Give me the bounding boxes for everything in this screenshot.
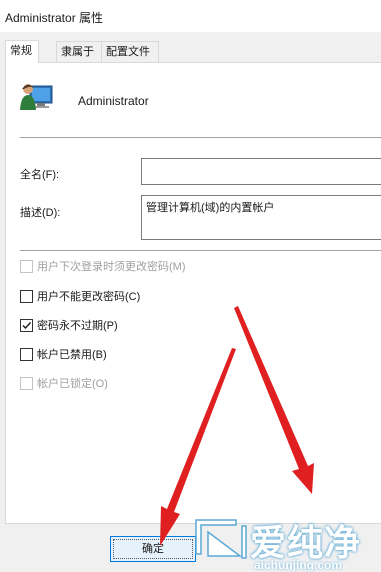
window-title: Administrator 属性: [5, 11, 104, 25]
description-input[interactable]: 管理计算机(域)的内置帐户: [141, 195, 381, 240]
checkbox-password-never-expires[interactable]: 密码永不过期(P): [20, 317, 118, 333]
checkbox-label: 用户不能更改密码(C): [37, 291, 141, 303]
checkbox-label: 帐户已禁用(B): [37, 349, 107, 361]
watermark: 爱纯净 aichunjing.com: [188, 510, 381, 572]
full-name-label: 全名(F):: [20, 169, 60, 181]
checkbox-box[interactable]: [20, 376, 33, 390]
description-label: 描述(D):: [20, 207, 61, 219]
ok-button[interactable]: 确定: [110, 536, 196, 562]
separator: [20, 137, 381, 138]
tab-member-of[interactable]: 隶属于: [56, 41, 102, 62]
checkbox-account-disabled[interactable]: 帐户已禁用(B): [20, 346, 107, 362]
focus-rect: [113, 539, 193, 559]
checkbox-box[interactable]: [20, 259, 33, 273]
watermark-url: aichunjing.com: [254, 558, 343, 572]
checkbox-box[interactable]: [20, 289, 33, 303]
checkbox-must-change-password[interactable]: 用户下次登录时须更改密码(M): [20, 258, 186, 274]
user-name: Administrator: [78, 94, 149, 108]
checkbox-label: 密码永不过期(P): [37, 320, 118, 332]
checkbox-box[interactable]: [20, 347, 33, 361]
separator: [20, 250, 381, 251]
tab-general[interactable]: 常规: [5, 40, 39, 63]
title-bar: Administrator 属性: [0, 0, 381, 32]
full-name-input[interactable]: [141, 158, 381, 185]
checkbox-label: 用户下次登录时须更改密码(M): [37, 261, 186, 273]
watermark-logo-icon: [195, 519, 247, 559]
checkmark-icon: [22, 321, 32, 329]
tab-profile[interactable]: 配置文件: [101, 41, 159, 62]
user-monitor-icon: [20, 84, 53, 110]
checkbox-cannot-change-password[interactable]: 用户不能更改密码(C): [20, 288, 140, 304]
checkbox-box[interactable]: [20, 318, 33, 332]
checkbox-label: 帐户已锁定(O): [37, 378, 108, 390]
checkbox-account-locked[interactable]: 帐户已锁定(O): [20, 375, 108, 391]
